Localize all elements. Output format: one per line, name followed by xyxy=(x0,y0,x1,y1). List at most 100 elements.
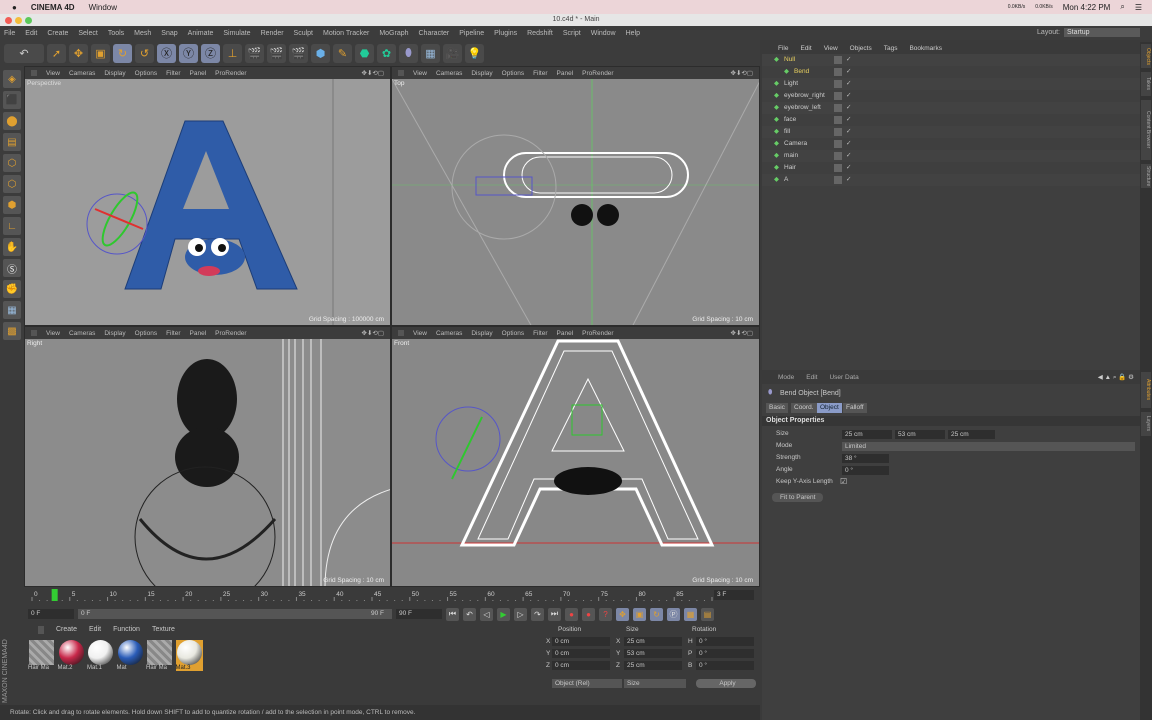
menu-pipeline[interactable]: Pipeline xyxy=(459,30,484,37)
tab-coord[interactable]: Coord. xyxy=(791,403,817,413)
viewport-menu-filter[interactable]: Filter xyxy=(533,70,547,77)
menu-render[interactable]: Render xyxy=(261,30,284,37)
menu-script[interactable]: Script xyxy=(563,30,581,37)
previous-key-icon[interactable]: ↶ xyxy=(463,607,476,621)
viewport-menu-cameras[interactable]: Cameras xyxy=(436,330,462,337)
size-field[interactable]: 25 cm xyxy=(624,661,682,670)
enabled-check[interactable]: ✓ xyxy=(846,162,851,174)
timeline-icon[interactable]: ▤ xyxy=(701,607,714,621)
z-axis-icon[interactable]: Ⓩ xyxy=(201,43,220,63)
key-rotation-icon[interactable]: ↻ xyxy=(650,607,663,621)
object-row[interactable]: ◆ A ✓ xyxy=(762,174,1140,186)
object-menu-edit[interactable]: Edit xyxy=(800,45,811,52)
search-icon[interactable]: ⌕ xyxy=(1120,2,1124,12)
viewport-handle-icon[interactable] xyxy=(398,70,404,76)
size-field[interactable]: 53 cm xyxy=(624,649,682,658)
menu-tools[interactable]: Tools xyxy=(108,30,124,37)
apple-icon[interactable]: ● xyxy=(12,3,17,12)
window-menu[interactable]: Window xyxy=(89,3,117,12)
undo-icon[interactable]: ↶ xyxy=(4,43,44,63)
menu-window[interactable]: Window xyxy=(591,30,616,37)
scale-icon[interactable]: ▣ xyxy=(91,43,110,63)
key-scale-icon[interactable]: ▣ xyxy=(633,607,646,621)
enabled-check[interactable]: ✓ xyxy=(846,150,851,162)
viewport-menu-display[interactable]: Display xyxy=(104,70,125,77)
start-frame-field[interactable]: 0 F xyxy=(28,609,74,619)
y-axis-icon[interactable]: Ⓨ xyxy=(179,43,198,63)
viewport-menu-display[interactable]: Display xyxy=(104,330,125,337)
menu-motion-tracker[interactable]: Motion Tracker xyxy=(323,30,369,37)
attribute-menu-edit[interactable]: Edit xyxy=(806,374,817,381)
material-swatch[interactable]: Hair Ma xyxy=(146,640,173,671)
visibility-toggle[interactable] xyxy=(834,92,842,100)
object-row[interactable]: ◆ Bend ✓ xyxy=(762,66,1140,78)
right-tab-structure[interactable]: Structure xyxy=(1141,164,1151,188)
visibility-toggle[interactable] xyxy=(834,80,842,88)
live-select-icon[interactable]: ➚ xyxy=(47,43,66,63)
object-row[interactable]: ◆ Light ✓ xyxy=(762,78,1140,90)
go-to-end-icon[interactable]: ⏭ xyxy=(548,607,561,621)
key-parameter-icon[interactable]: Ⓟ xyxy=(667,607,680,621)
menu-mograph[interactable]: MoGraph xyxy=(379,30,408,37)
autokey-icon[interactable]: ● xyxy=(582,607,595,621)
size-z-field[interactable]: 25 cm xyxy=(948,430,995,439)
viewport-menu-filter[interactable]: Filter xyxy=(166,70,180,77)
app-menu[interactable]: CINEMA 4D xyxy=(31,3,75,12)
menu-simulate[interactable]: Simulate xyxy=(223,30,250,37)
menu-character[interactable]: Character xyxy=(419,30,450,37)
enabled-check[interactable]: ✓ xyxy=(846,114,851,126)
material-menu-texture[interactable]: Texture xyxy=(152,626,175,634)
visibility-toggle[interactable] xyxy=(834,164,842,172)
viewport-handle-icon[interactable] xyxy=(31,70,37,76)
record-icon[interactable]: ● xyxy=(565,607,578,621)
deformer-icon[interactable]: ⬮ xyxy=(399,43,418,63)
viewport-menu-prorender[interactable]: ProRender xyxy=(582,330,613,337)
rotation-field[interactable]: 0 ° xyxy=(696,661,754,670)
snap-icon[interactable]: Ⓢ xyxy=(3,259,21,277)
material-swatch[interactable]: Mat.1 xyxy=(87,640,114,671)
recent-tool-icon[interactable]: ↺ xyxy=(135,43,154,63)
previous-frame-icon[interactable]: ◁ xyxy=(480,607,493,621)
menu-help[interactable]: Help xyxy=(626,30,640,37)
attribute-menu-user-data[interactable]: User Data xyxy=(829,374,858,381)
polygons-mode-icon[interactable]: ⬢ xyxy=(3,196,21,214)
enabled-check[interactable]: ✓ xyxy=(846,174,851,186)
menu-animate[interactable]: Animate xyxy=(188,30,214,37)
object-row[interactable]: ◆ Hair ✓ xyxy=(762,162,1140,174)
viewport-menu-prorender[interactable]: ProRender xyxy=(582,70,613,77)
cloner-icon[interactable]: ✿ xyxy=(377,43,396,63)
right-tab-layers[interactable]: Layers xyxy=(1141,412,1151,436)
visibility-toggle[interactable] xyxy=(834,68,842,76)
tweak-icon[interactable]: ✋ xyxy=(3,238,21,256)
rotation-field[interactable]: 0 ° xyxy=(696,637,754,646)
menu-sculpt[interactable]: Sculpt xyxy=(294,30,313,37)
keep-y-axis-checkbox[interactable]: ☑ xyxy=(840,477,847,486)
model-mode-icon[interactable]: ⬛ xyxy=(3,91,21,109)
texture-mode-icon[interactable]: ⬤ xyxy=(3,112,21,130)
keyframe-selection-icon[interactable]: ? xyxy=(599,607,612,621)
apply-button[interactable]: Apply xyxy=(696,679,756,688)
object-row[interactable]: ◆ eyebrow_right ✓ xyxy=(762,90,1140,102)
cube-icon[interactable]: ⬢ xyxy=(311,43,330,63)
viewport-menu-options[interactable]: Options xyxy=(135,70,157,77)
material-swatch[interactable]: Mat.3 xyxy=(175,640,203,671)
menu-create[interactable]: Create xyxy=(47,30,68,37)
fit-to-parent-button[interactable]: Fit to Parent xyxy=(772,493,824,502)
coordinate-mode-select[interactable]: Object (Rel) xyxy=(552,679,622,688)
object-menu-tags[interactable]: Tags xyxy=(884,45,898,52)
right-tab-content-browser[interactable]: Content Browser xyxy=(1141,100,1151,160)
camera-icon[interactable]: 🎥 xyxy=(443,43,462,63)
rotation-field[interactable]: 0 ° xyxy=(696,649,754,658)
solo-icon[interactable]: ✊ xyxy=(3,280,21,298)
end-frame-field[interactable]: 90 F xyxy=(396,609,442,619)
attribute-nav-icons[interactable]: ◀ ▲ ⌕ 🔒 ⚙ xyxy=(1098,373,1134,382)
enabled-check[interactable]: ✓ xyxy=(846,90,851,102)
workplane-icon[interactable]: ▤ xyxy=(3,133,21,151)
close-button[interactable] xyxy=(5,17,12,24)
lock-workplane-icon[interactable]: ▩ xyxy=(3,322,21,340)
visibility-toggle[interactable] xyxy=(834,152,842,160)
viewport-menu-filter[interactable]: Filter xyxy=(533,330,547,337)
size-mode-select[interactable]: Size xyxy=(624,679,686,688)
menu-edit[interactable]: Edit xyxy=(25,30,37,37)
grid-icon[interactable]: ▦ xyxy=(3,301,21,319)
